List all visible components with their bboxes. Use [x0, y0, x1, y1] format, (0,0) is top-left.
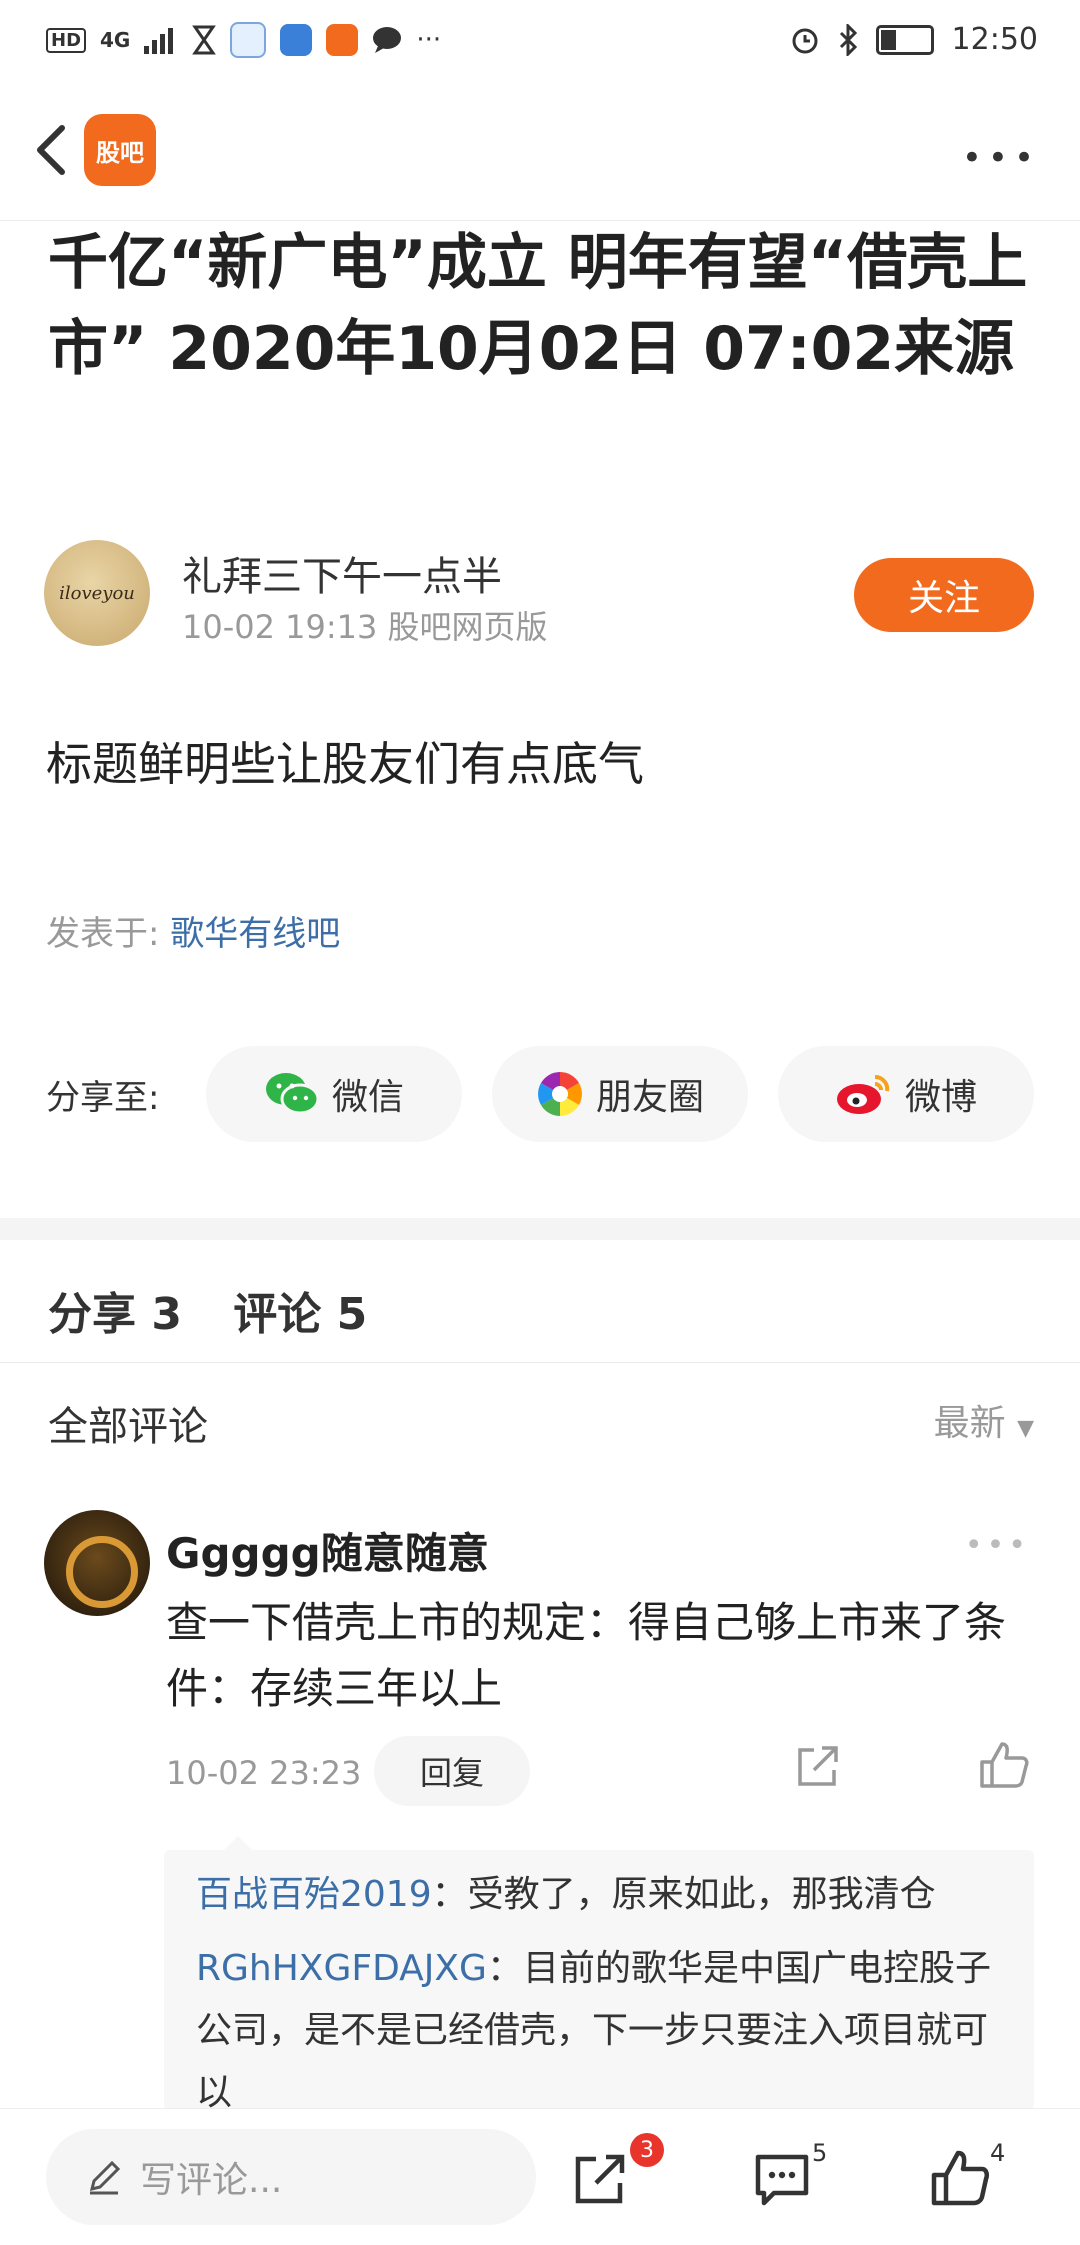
reply-user[interactable]: 百战百殆2019 — [196, 1874, 432, 1915]
signal-label: 4G — [100, 28, 131, 52]
moments-label: 朋友圈 — [595, 1077, 704, 1118]
logo-text: 股吧 — [96, 138, 144, 167]
thumbs-up-icon[interactable] — [930, 2149, 990, 2209]
comment-time: 10-02 23:23 — [166, 1754, 362, 1792]
map-app-icon — [230, 22, 267, 58]
share-count-tab[interactable]: 分享 3 — [48, 1289, 182, 1340]
sort-label: 最新 — [933, 1403, 1006, 1444]
moments-icon — [538, 1072, 582, 1116]
all-comments-heading: 全部评论 — [48, 1404, 208, 1450]
more-notifications-icon: ··· — [416, 25, 442, 55]
comment-count-tab[interactable]: 评论 5 — [233, 1289, 367, 1340]
stock-app-icon — [280, 24, 313, 56]
back-arrow-icon[interactable] — [24, 120, 84, 180]
reply-text: ：受教了，原来如此，那我清仓 — [431, 1874, 936, 1915]
commenter-avatar[interactable] — [44, 1510, 150, 1616]
sort-dropdown[interactable]: 最新 ▼ — [934, 1394, 1034, 1446]
write-comment-placeholder: 写评论... — [140, 2160, 283, 2201]
bluetooth-icon — [839, 23, 857, 56]
follow-button[interactable]: 关注 — [854, 558, 1034, 632]
battery-icon — [875, 24, 934, 55]
share-label: 分享至: — [46, 1078, 160, 1118]
status-bar: HD 4G ··· 12:50 — [0, 0, 1080, 84]
posted-in-label: 发表于: — [46, 914, 160, 954]
wechat-icon — [265, 1073, 320, 1115]
article-title: 千亿“新广电”成立 明年有望“借壳上市” 2020年10月02日 07:02来源 — [48, 228, 1028, 384]
hd-indicator: HD — [46, 27, 87, 53]
signal-icon — [144, 28, 174, 54]
weibo-label: 微博 — [904, 1077, 977, 1118]
stats-row: 分享 3 评论 5 — [48, 1278, 403, 1342]
reply-item: 百战百殆2019：受教了，原来如此，那我清仓 — [196, 1864, 1006, 1926]
reply-user[interactable]: RGhHXGFDAJXG — [196, 1948, 487, 1989]
wechat-label: 微信 — [331, 1077, 404, 1118]
thumbs-up-icon[interactable] — [978, 1740, 1030, 1792]
share-wechat-button[interactable]: 微信 — [206, 1046, 462, 1142]
share-icon[interactable] — [794, 1742, 842, 1790]
author-avatar[interactable]: iloveyou — [44, 540, 150, 646]
comment-count: 5 — [812, 2139, 828, 2167]
like-count: 4 — [990, 2139, 1006, 2167]
author-row: iloveyou 礼拜三下午一点半 10-02 19:13 股吧网页版 关注 — [44, 540, 1044, 650]
bottom-bar: 写评论... 3 5 4 — [0, 2108, 1080, 2245]
weibo-icon — [836, 1074, 890, 1114]
post-body: 标题鲜明些让股友们有点底气 — [46, 737, 644, 791]
chat-icon — [373, 27, 402, 53]
top-nav: 股吧 ••• — [0, 90, 1080, 221]
pencil-icon — [89, 2160, 121, 2195]
caret-down-icon: ▼ — [1017, 1416, 1034, 1441]
alarm-icon — [792, 28, 818, 53]
clock: 12:50 — [951, 22, 1038, 57]
share-row: 分享至: 微信 朋友圈 微博 — [46, 1046, 1046, 1142]
hourglass-icon — [192, 25, 217, 55]
guba-logo[interactable]: 股吧 — [84, 114, 156, 186]
commenter-name[interactable]: Ggggg随意随意 — [166, 1520, 489, 1581]
comment-more-icon[interactable]: ••• — [965, 1528, 1030, 1563]
divider — [0, 1362, 1080, 1363]
posted-in-bar-link[interactable]: 歌华有线吧 — [170, 914, 340, 954]
avatar-text: iloveyou — [59, 582, 135, 604]
share-weibo-button[interactable]: 微博 — [778, 1046, 1034, 1142]
write-comment-input[interactable]: 写评论... — [46, 2129, 536, 2225]
comment-text: 查一下借壳上市的规定：得自己够上市来了条件：存续三年以上 — [166, 1598, 1007, 1713]
author-name[interactable]: 礼拜三下午一点半 — [182, 544, 502, 602]
share-moments-button[interactable]: 朋友圈 — [492, 1046, 748, 1142]
author-meta: 10-02 19:13 股吧网页版 — [182, 608, 548, 646]
replies-box: 百战百殆2019：受教了，原来如此，那我清仓 RGhHXGFDAJXG：目前的歌… — [164, 1836, 1034, 2113]
posted-in: 发表于: 歌华有线吧 — [46, 906, 340, 955]
comment-icon[interactable] — [752, 2149, 812, 2209]
reply-button[interactable]: 回复 — [374, 1736, 530, 1806]
section-separator — [0, 1218, 1080, 1240]
share-badge: 3 — [630, 2133, 664, 2167]
more-options-icon[interactable]: ••• — [962, 138, 1040, 178]
share-icon[interactable] — [570, 2149, 630, 2209]
guba-app-icon — [326, 24, 359, 56]
reply-item: RGhHXGFDAJXG：目前的歌华是中国广电控股子公司，是不是已经借壳，下一步… — [196, 1938, 1006, 2124]
